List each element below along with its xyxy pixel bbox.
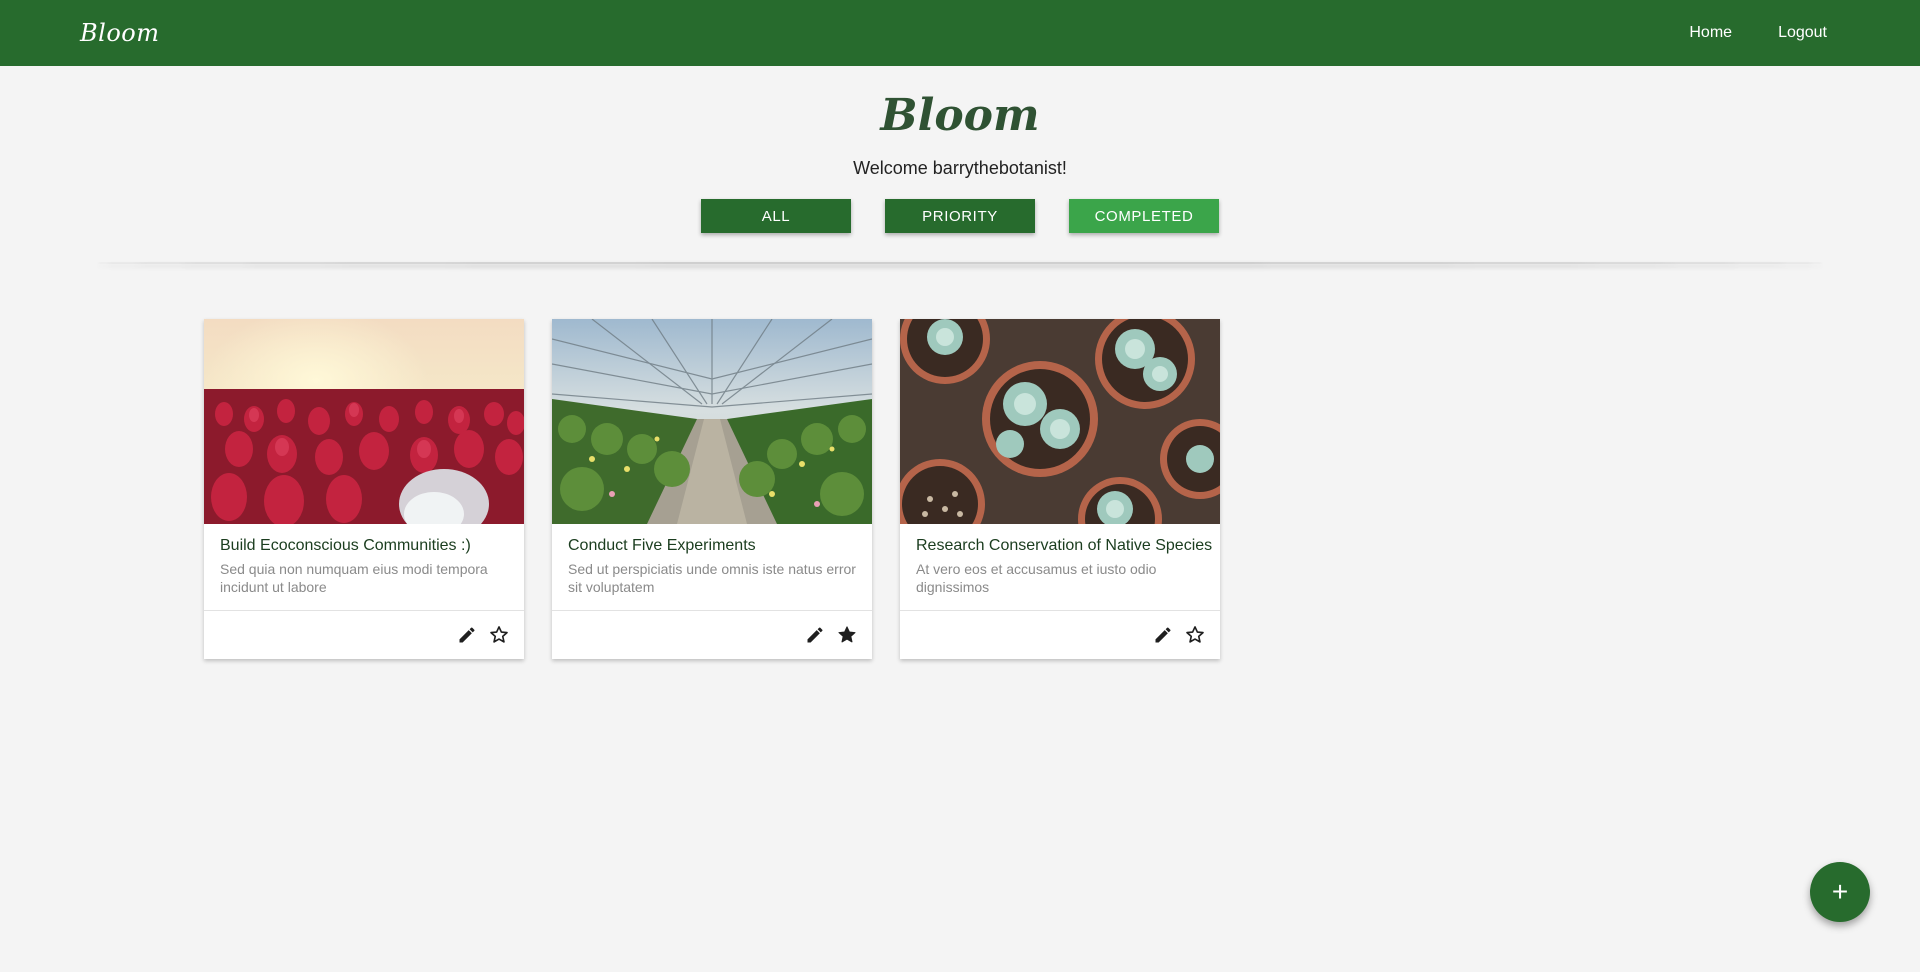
edit-pencil-icon[interactable] xyxy=(456,624,478,646)
filter-completed-button[interactable]: COMPLETED xyxy=(1069,199,1219,233)
card-grid: Build Ecoconscious Communities :) Sed qu… xyxy=(204,319,1220,659)
card-body: Research Conservation of Native Species … xyxy=(900,524,1220,611)
card-title[interactable]: Research Conservation of Native Species xyxy=(916,536,1212,556)
card-actions xyxy=(552,611,872,659)
nav-link-home[interactable]: Home xyxy=(1666,0,1755,66)
top-navbar: Bloom Home Logout xyxy=(0,0,1920,66)
edit-pencil-icon[interactable] xyxy=(804,624,826,646)
card-actions xyxy=(204,611,524,659)
card-body: Build Ecoconscious Communities :) Sed qu… xyxy=(204,524,524,611)
nav-links: Home Logout xyxy=(1666,0,1850,66)
divider xyxy=(96,262,1824,264)
filter-priority-button[interactable]: PRIORITY xyxy=(885,199,1035,233)
task-card: Build Ecoconscious Communities :) Sed qu… xyxy=(204,319,524,659)
card-title[interactable]: Conduct Five Experiments xyxy=(568,536,856,556)
welcome-message: Welcome barrythebotanist! xyxy=(853,158,1067,178)
nav-link-logout[interactable]: Logout xyxy=(1755,0,1850,66)
card-actions xyxy=(900,611,1220,659)
task-card: Conduct Five Experiments Sed ut perspici… xyxy=(552,319,872,659)
card-title[interactable]: Build Ecoconscious Communities :) xyxy=(220,536,508,556)
filter-bar: ALL PRIORITY COMPLETED xyxy=(0,199,1920,233)
filter-all-button[interactable]: ALL xyxy=(701,199,851,233)
greenhouse-image xyxy=(552,319,872,524)
red-tulips-image xyxy=(204,319,524,524)
page-title: Bloom xyxy=(880,90,1040,141)
star-outline-icon[interactable] xyxy=(488,624,510,646)
star-filled-icon[interactable] xyxy=(836,624,858,646)
brand-logo[interactable]: Bloom xyxy=(80,19,159,47)
star-outline-icon[interactable] xyxy=(1184,624,1206,646)
card-description: Sed quia non numquam eius modi tempora i… xyxy=(220,561,488,595)
hero-section: Bloom Welcome barrythebotanist! ALL PRIO… xyxy=(0,66,1920,233)
card-body: Conduct Five Experiments Sed ut perspici… xyxy=(552,524,872,611)
add-task-button[interactable]: + xyxy=(1810,862,1870,922)
edit-pencil-icon[interactable] xyxy=(1152,624,1174,646)
card-description: At vero eos et accusamus et iusto odio d… xyxy=(916,561,1157,595)
task-card: Research Conservation of Native Species … xyxy=(900,319,1220,659)
card-description: Sed ut perspiciatis unde omnis iste natu… xyxy=(568,561,856,595)
succulents-image xyxy=(900,319,1220,524)
